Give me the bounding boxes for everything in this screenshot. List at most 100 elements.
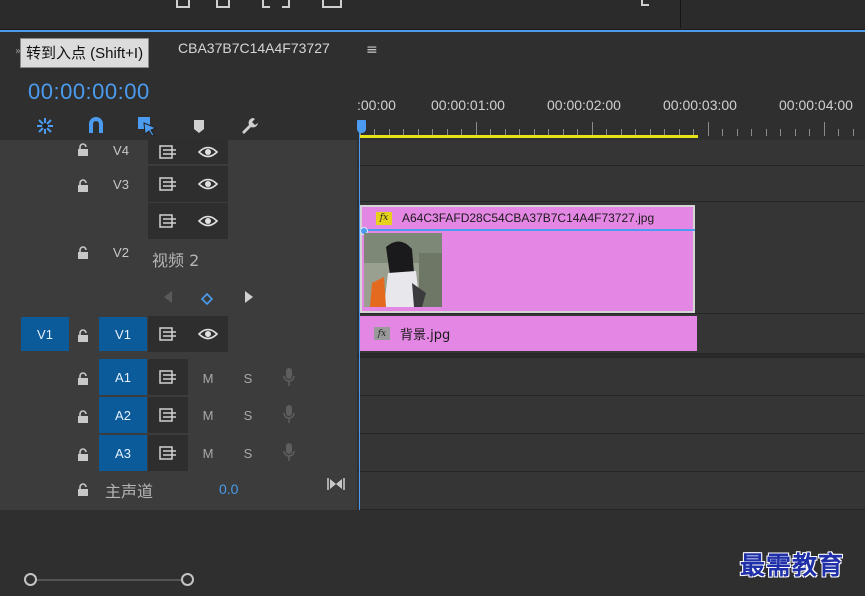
ruler-tick [707,122,709,136]
prev-keyframe-icon[interactable] [163,289,173,308]
track-lock-icon[interactable] [77,370,89,389]
track-target-a1[interactable]: A1 [99,359,147,395]
add-keyframe-icon[interactable] [200,290,214,309]
master-track-label: 主声道 [105,482,154,501]
wrench-settings-icon[interactable] [238,115,262,137]
track-lock-icon[interactable] [77,446,89,465]
linked-selection-icon[interactable] [135,115,159,137]
ruler-label: :00:00 [357,97,396,113]
eye-toggle-icon[interactable] [188,166,228,202]
track-label-v4[interactable]: V4 [104,140,138,160]
ruler-label: 00:00:01:00 [431,97,505,113]
clip-thumbnail [364,233,442,307]
track-lock-icon[interactable] [77,244,89,263]
playhead-timecode[interactable]: 00:00:00:00 [28,79,150,105]
next-keyframe-icon[interactable] [244,289,254,308]
snap-magnet-icon[interactable] [84,115,108,137]
source-patch-v1[interactable]: V1 [21,317,69,351]
clip-v2-header[interactable]: fx A64C3FAFD28C54CBA37B7C14A4F73727.jpg [360,205,695,229]
ruler-label: 00:00:04:00 [779,97,853,113]
track-label-v3[interactable]: V3 [104,174,138,194]
track-label-v2[interactable]: V2 [104,242,138,262]
toolbar-button[interactable] [262,0,270,8]
clip-v1[interactable]: fx 背景.jpg [360,316,697,351]
track-lane-master[interactable] [358,472,865,510]
track-lock-icon[interactable] [77,481,89,500]
track-name-v2[interactable]: 视频 2 [152,247,199,271]
mute-button[interactable]: M [196,405,220,425]
ruler-tick [794,129,796,136]
toolbar-button[interactable] [641,0,649,6]
ruler-tick [809,129,811,136]
ruler-label: 00:00:02:00 [547,97,621,113]
track-lane-v4[interactable] [358,140,865,166]
track-target-a3[interactable]: A3 [99,435,147,471]
sync-lock-icon[interactable] [148,359,188,395]
mute-button[interactable]: M [196,368,220,388]
panel-menu-icon[interactable]: ≡ [366,42,378,58]
ruler-tick [736,129,738,136]
ruler-label: 00:00:03:00 [663,97,737,113]
ruler-tick [780,129,782,136]
sync-lock-icon[interactable] [148,140,188,164]
ruler-tick [591,122,593,136]
mute-button[interactable]: M [196,443,220,463]
sync-lock-icon[interactable] [148,397,188,433]
opacity-keyframe-line[interactable] [360,229,695,231]
fx-badge-icon[interactable]: fx [376,211,392,225]
eye-toggle-icon[interactable] [188,140,228,164]
sync-lock-icon[interactable] [148,316,188,352]
playhead-line[interactable] [359,130,360,570]
clip-v1-name: 背景.jpg [400,328,451,343]
ruler-tick [751,129,753,136]
work-area-bar[interactable] [360,135,698,138]
track-lock-icon[interactable] [77,408,89,427]
eye-toggle-icon[interactable] [188,316,228,352]
ruler-tick [765,129,767,136]
sync-lock-icon[interactable] [148,203,188,239]
track-lane-a2[interactable] [358,396,865,434]
toolbar-button[interactable] [176,0,190,8]
clip-v2-name: A64C3FAFD28C54CBA37B7C14A4F73727.jpg [402,211,655,225]
solo-button[interactable]: S [236,405,260,425]
solo-button[interactable]: S [236,368,260,388]
go-to-edges-icon[interactable] [327,476,345,495]
track-lane-a1[interactable] [358,358,865,396]
sync-lock-icon[interactable] [148,435,188,471]
toolbar-button[interactable] [282,0,290,8]
toolbar-button[interactable] [216,0,230,8]
track-lane-v3[interactable] [358,166,865,202]
sync-lock-icon[interactable] [148,166,188,202]
solo-button[interactable]: S [236,443,260,463]
microphone-icon[interactable] [283,367,295,391]
fx-badge-icon[interactable]: fx [374,327,390,340]
sequence-tab[interactable]: CBA37B7C14A4F73727 [178,40,330,56]
track-target-a2[interactable]: A2 [99,397,147,433]
timeline-footer [0,510,865,596]
ruler-tick [823,122,825,136]
track-lock-icon[interactable] [77,177,89,196]
ruler-tick [722,129,724,136]
ruler-ticks [358,122,865,136]
add-marker-icon[interactable] [187,115,211,137]
toolbar-divider [680,0,681,28]
ruler-tick [838,129,840,136]
ruler-tick [852,129,854,136]
microphone-icon[interactable] [283,404,295,428]
toolbar-button[interactable] [322,0,342,8]
zoom-handle-left[interactable] [24,573,37,586]
playhead-handle[interactable] [357,120,366,133]
track-target-v1[interactable]: V1 [99,317,147,351]
zoom-handle-right[interactable] [181,573,194,586]
eye-toggle-icon[interactable] [188,203,228,239]
tooltip: 转到入点 (Shift+I) [20,38,150,68]
top-toolbar [0,0,865,30]
track-lock-icon[interactable] [77,141,89,160]
master-volume-value[interactable]: 0.0 [219,481,238,497]
track-lock-icon[interactable] [77,327,89,346]
zoom-scrollbar[interactable] [30,579,188,581]
watermark-logo: 最需教育 [740,551,845,580]
track-lane-a3[interactable] [358,434,865,472]
microphone-icon[interactable] [283,442,295,466]
nest-sequence-icon[interactable] [33,115,57,137]
